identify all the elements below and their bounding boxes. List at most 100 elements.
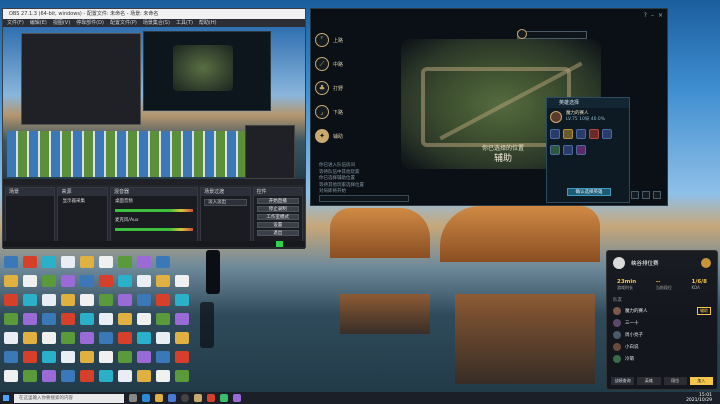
lol-top-dropdown[interactable] bbox=[517, 31, 587, 39]
rune-icon[interactable] bbox=[550, 129, 560, 139]
overlay-tab[interactable]: 战绩查询 bbox=[611, 377, 635, 385]
desktop-shortcut-icon[interactable] bbox=[4, 256, 18, 268]
desktop-shortcut-icon[interactable] bbox=[118, 370, 132, 382]
desktop-shortcut-icon[interactable] bbox=[99, 370, 113, 382]
menu-item[interactable]: 编辑(E) bbox=[30, 19, 47, 27]
desktop-shortcut-icon[interactable] bbox=[156, 275, 170, 287]
sources-panel[interactable]: 来源 显示器采集 bbox=[57, 187, 108, 247]
menu-item[interactable]: 场景集合(S) bbox=[143, 19, 170, 27]
desktop-shortcut-icon[interactable] bbox=[99, 275, 113, 287]
desktop-shortcut-icon[interactable] bbox=[42, 351, 56, 363]
desktop-shortcut-icon[interactable] bbox=[156, 256, 170, 268]
desktop-shortcut-icon[interactable] bbox=[118, 313, 132, 325]
rune-icon[interactable] bbox=[550, 145, 560, 155]
player-list-item[interactable]: 三一十 bbox=[607, 317, 717, 329]
obs-window[interactable]: OBS 27.1.3 (64-bit, windows) - 配置文件: 未命名… bbox=[2, 8, 306, 249]
desktop-shortcut-icon[interactable] bbox=[137, 294, 151, 306]
player-list-item[interactable]: 小白说 bbox=[607, 341, 717, 353]
exit-button[interactable]: 退出 bbox=[256, 230, 300, 236]
desktop-shortcut-icon[interactable] bbox=[137, 256, 151, 268]
start-button[interactable] bbox=[0, 392, 12, 404]
desktop-shortcut-icon[interactable] bbox=[42, 294, 56, 306]
close-icon[interactable]: × bbox=[658, 12, 663, 19]
desktop-shortcut-icon[interactable] bbox=[137, 351, 151, 363]
browser-icon[interactable] bbox=[207, 394, 215, 402]
taskbar-clock[interactable]: 15:01 2021/10/29 bbox=[686, 393, 712, 403]
menu-item[interactable]: 文件(F) bbox=[7, 19, 24, 27]
desktop-shortcut-icon[interactable] bbox=[61, 275, 75, 287]
mixer-panel[interactable]: 混音器 桌面音频 麦克风/Aux bbox=[109, 187, 199, 247]
desktop-shortcut-icon[interactable] bbox=[137, 332, 151, 344]
desktop-shortcut-icon[interactable] bbox=[23, 294, 37, 306]
scenes-panel[interactable]: 场景 bbox=[5, 187, 56, 247]
chat-input[interactable] bbox=[319, 195, 409, 202]
desktop-shortcut-icon[interactable] bbox=[23, 351, 37, 363]
settings-button[interactable]: 设置 bbox=[256, 222, 300, 228]
desktop-shortcut-icon[interactable] bbox=[99, 313, 113, 325]
desktop-shortcut-icon[interactable] bbox=[175, 275, 189, 287]
stop-recording-button[interactable]: 停止录制 bbox=[256, 206, 300, 212]
match-stats-overlay[interactable]: 峡谷排位赛 23min 游戏时长 -- 当前段位 1/6/8 KDA 队友 魔力的赛人… bbox=[606, 250, 718, 390]
champ-select-panel[interactable]: 英雄选择 魔力的赛人 LV.75 10局 40.0% 确认选择英雄 bbox=[546, 97, 630, 203]
menu-item[interactable]: 配置文件(P) bbox=[110, 19, 137, 27]
desktop-shortcut-icon[interactable] bbox=[23, 275, 37, 287]
desktop-shortcut-icon[interactable] bbox=[118, 332, 132, 344]
desktop-shortcut-icon[interactable] bbox=[80, 332, 94, 344]
lane-option-bot[interactable]: ⌟ 下路 bbox=[315, 105, 375, 119]
desktop-shortcut-icon[interactable] bbox=[61, 256, 75, 268]
desktop-shortcut-icon[interactable] bbox=[61, 313, 75, 325]
overlay-tab[interactable]: 英雄 bbox=[637, 377, 661, 385]
rune-icon[interactable] bbox=[563, 129, 573, 139]
app-icon[interactable] bbox=[220, 394, 228, 402]
menu-item[interactable]: 帮助(H) bbox=[199, 19, 217, 27]
desktop-shortcut-icon[interactable] bbox=[156, 313, 170, 325]
desktop-shortcut-icon[interactable] bbox=[137, 275, 151, 287]
desktop-shortcut-icon[interactable] bbox=[99, 332, 113, 344]
desktop-shortcut-icon[interactable] bbox=[156, 332, 170, 344]
rune-icon[interactable] bbox=[576, 129, 586, 139]
desktop-shortcut-icon[interactable] bbox=[156, 294, 170, 306]
desktop-shortcut-icon[interactable] bbox=[61, 370, 75, 382]
desktop-shortcut-icon[interactable] bbox=[118, 351, 132, 363]
lane-option-mid[interactable]: ⟋ 中路 bbox=[315, 57, 375, 71]
desktop-shortcut-icon[interactable] bbox=[23, 370, 37, 382]
desktop-shortcut-icon[interactable] bbox=[4, 275, 18, 287]
desktop-shortcut-icon[interactable] bbox=[4, 332, 18, 344]
desktop-shortcut-icon[interactable] bbox=[80, 275, 94, 287]
desktop-shortcut-icon[interactable] bbox=[80, 370, 94, 382]
desktop-shortcut-icon[interactable] bbox=[118, 275, 132, 287]
lol-taskbar-icon[interactable] bbox=[194, 394, 202, 402]
desktop-shortcut-icon[interactable] bbox=[137, 313, 151, 325]
desktop-shortcut-icon[interactable] bbox=[42, 313, 56, 325]
desktop-shortcut-icon[interactable] bbox=[80, 313, 94, 325]
obs-preview[interactable] bbox=[3, 27, 305, 179]
desktop-shortcut-icon[interactable] bbox=[42, 332, 56, 344]
desktop-shortcut-icon[interactable] bbox=[4, 294, 18, 306]
start-streaming-button[interactable]: 开始直播 bbox=[256, 198, 300, 204]
overlay-tab[interactable]: 段位 bbox=[663, 377, 687, 385]
desktop-shortcut-icon[interactable] bbox=[61, 294, 75, 306]
chat-icon[interactable] bbox=[631, 191, 639, 199]
overlay-tab[interactable]: 加入 bbox=[689, 377, 713, 385]
player-list-item[interactable]: 冷萌 bbox=[607, 353, 717, 365]
help-icon[interactable]: ? bbox=[644, 12, 647, 19]
desktop-shortcut-icon[interactable] bbox=[4, 313, 18, 325]
desktop-shortcut-icon[interactable] bbox=[42, 256, 56, 268]
transitions-panel[interactable]: 场景过渡 淡入淡出 bbox=[200, 187, 251, 247]
player-list-item[interactable]: 魔力的赛人 辅助 bbox=[607, 305, 717, 317]
desktop-shortcut-icon[interactable] bbox=[23, 256, 37, 268]
desktop-shortcut-icon[interactable] bbox=[156, 351, 170, 363]
player-list-item[interactable]: 周小亮子 bbox=[607, 329, 717, 341]
desktop-shortcut-icon[interactable] bbox=[175, 313, 189, 325]
desktop-shortcut-icon[interactable] bbox=[42, 370, 56, 382]
folder-icon[interactable] bbox=[155, 394, 163, 402]
studio-mode-button[interactable]: 工作室模式 bbox=[256, 214, 300, 220]
menu-item[interactable]: 停靠部件(D) bbox=[76, 19, 104, 27]
desktop-shortcut-icon[interactable] bbox=[80, 256, 94, 268]
menu-item[interactable]: 工具(T) bbox=[176, 19, 193, 27]
desktop-shortcut-icon[interactable] bbox=[4, 351, 18, 363]
store-icon[interactable] bbox=[168, 394, 176, 402]
desktop-shortcut-icon[interactable] bbox=[23, 332, 37, 344]
rune-icon[interactable] bbox=[576, 145, 586, 155]
desktop-shortcut-icon[interactable] bbox=[61, 332, 75, 344]
